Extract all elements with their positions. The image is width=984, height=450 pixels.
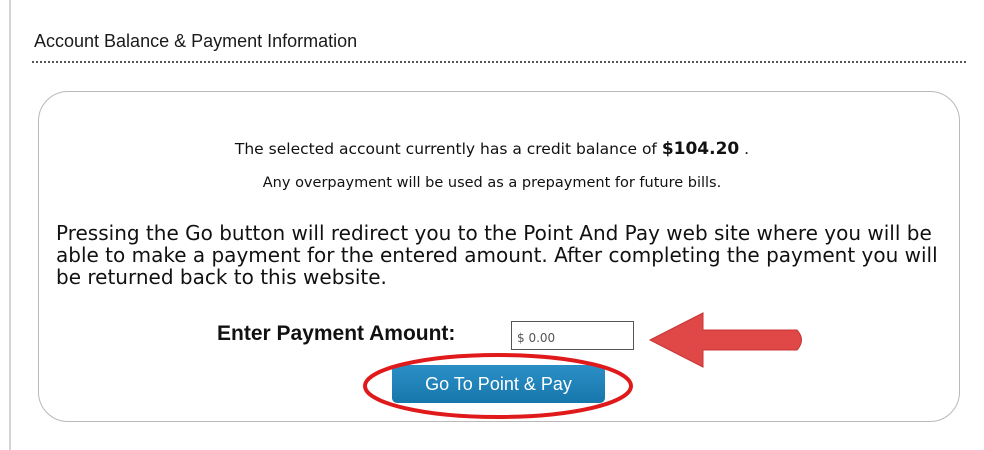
go-to-point-and-pay-button[interactable]: Go To Point & Pay <box>392 365 605 403</box>
dotted-divider <box>32 61 966 63</box>
payment-amount-label: Enter Payment Amount: <box>217 322 456 345</box>
credit-balance-suffix: . <box>739 140 750 158</box>
redirect-message: Pressing the Go button will redirect you… <box>56 221 938 289</box>
payment-amount-input[interactable] <box>511 321 634 350</box>
section-title: Account Balance & Payment Information <box>34 31 358 51</box>
left-border-rule <box>9 0 11 450</box>
overpayment-note: Any overpayment will be used as a prepay… <box>262 175 722 191</box>
credit-balance-amount: $104.20 <box>661 139 740 159</box>
credit-balance-line: The selected account currently has a cre… <box>0 139 984 159</box>
credit-balance-prefix: The selected account currently has a cre… <box>234 140 662 158</box>
